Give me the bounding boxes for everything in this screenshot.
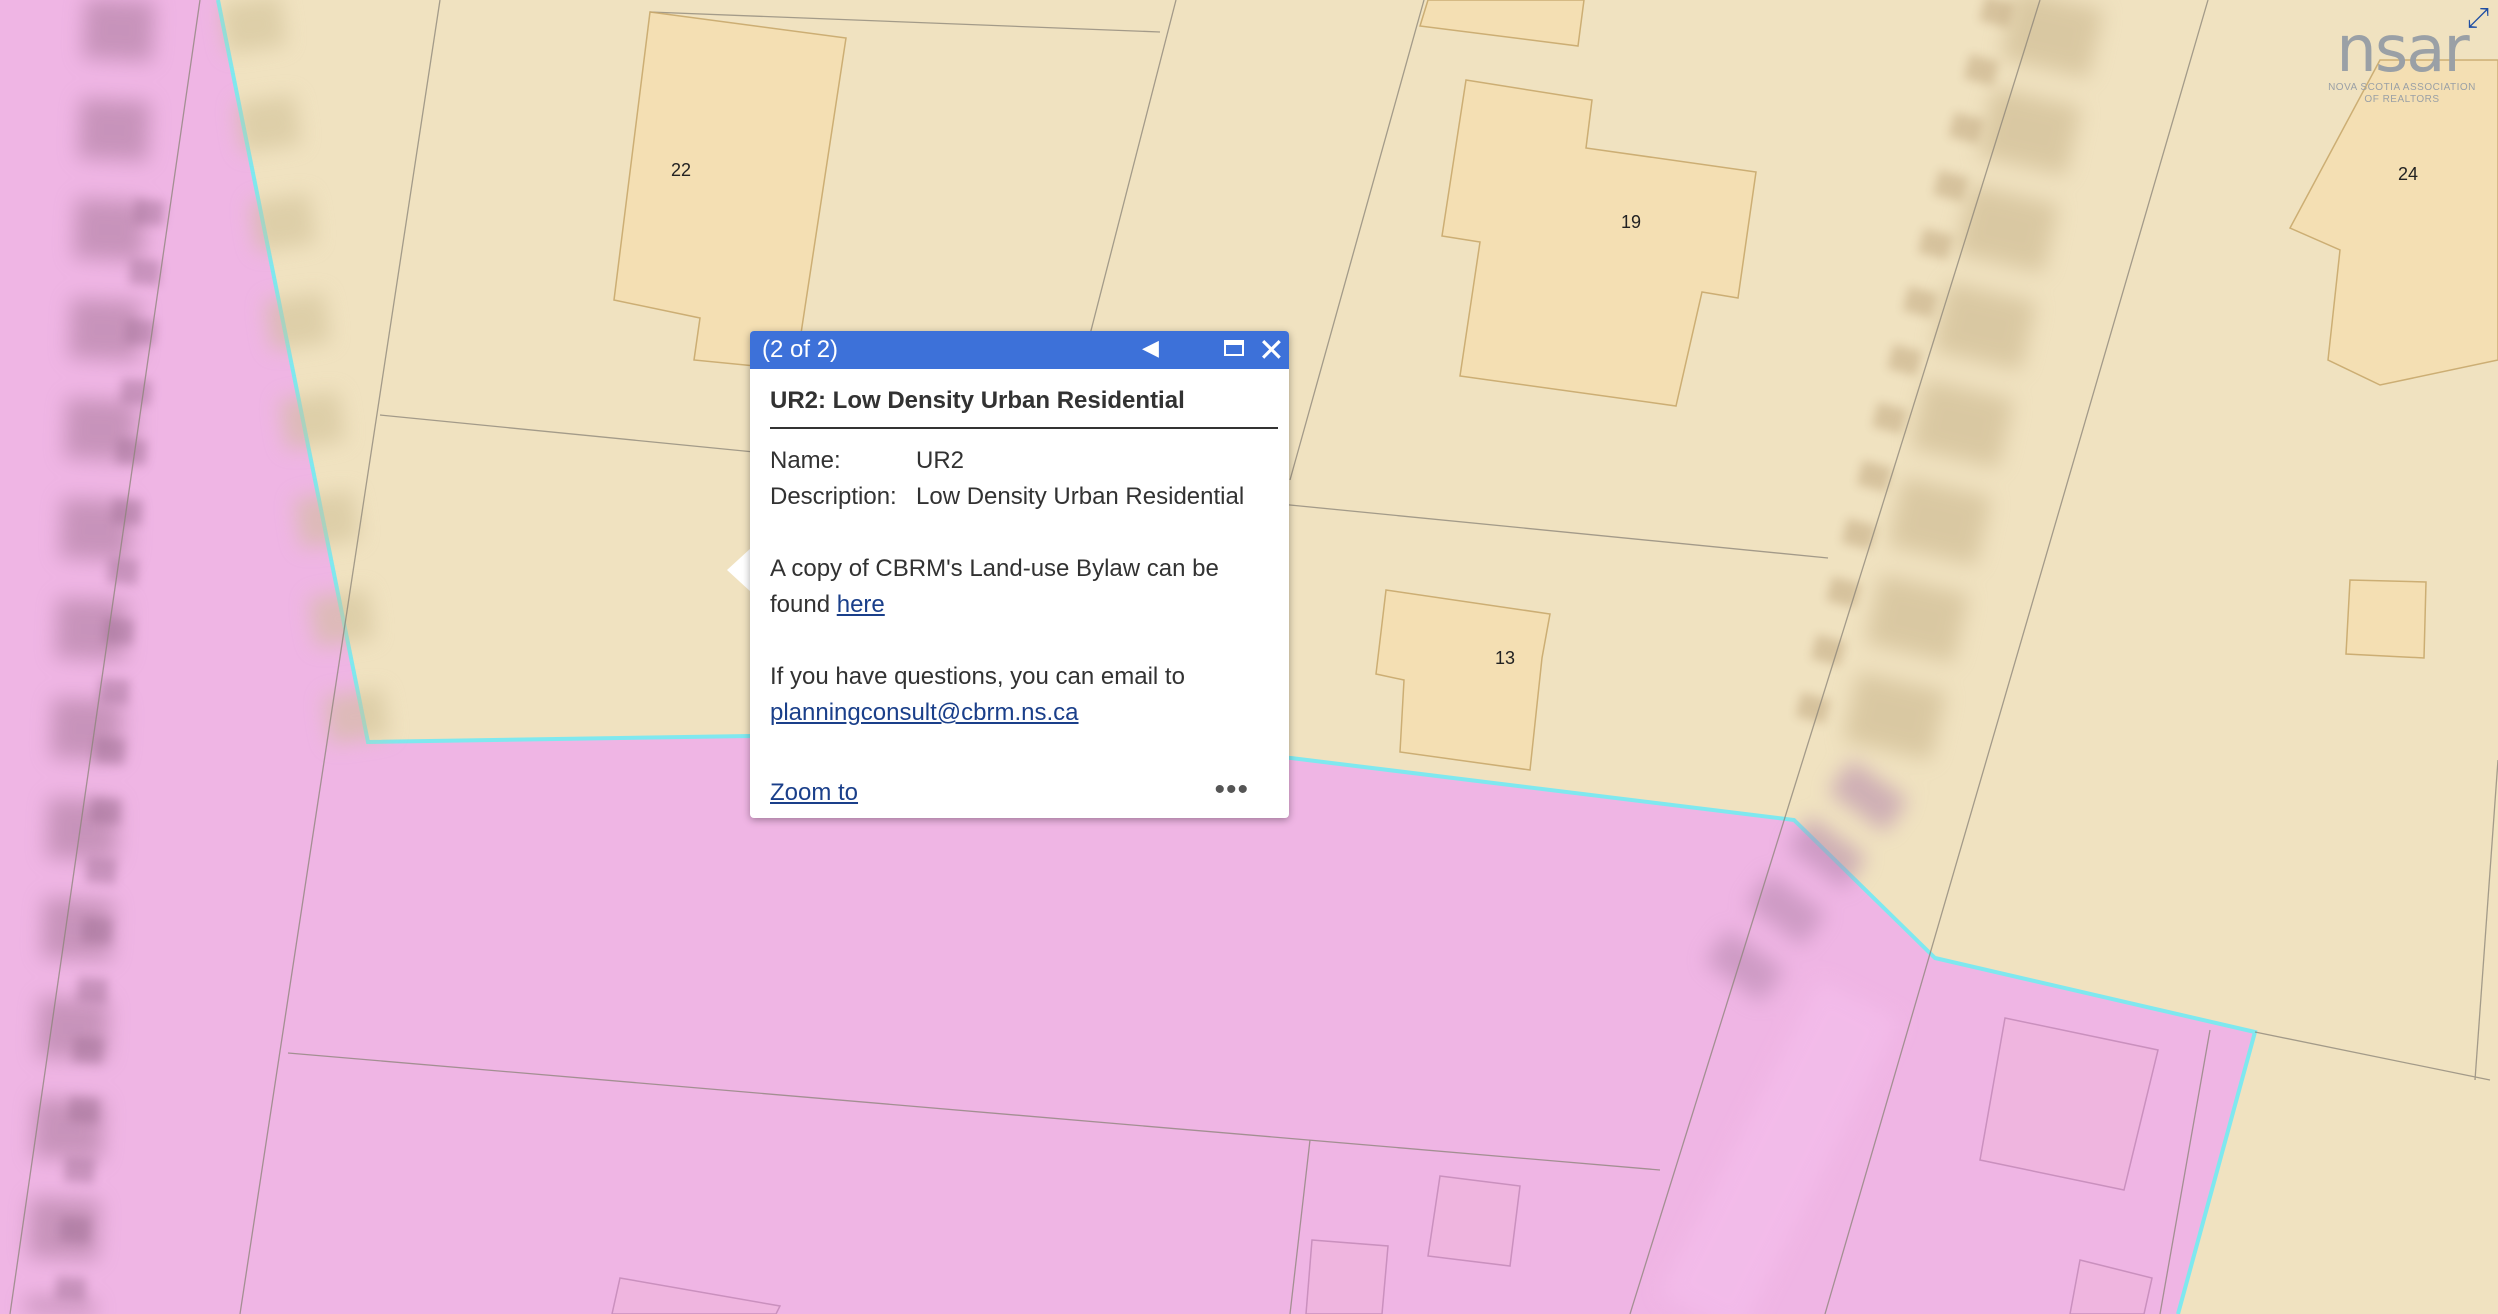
- attribute-value: Low Density Urban Residential: [916, 483, 1245, 510]
- email-text: If you have questions, you can email to: [770, 663, 1185, 690]
- maximize-icon[interactable]: [1224, 340, 1244, 356]
- lot-number-22: 22: [671, 160, 692, 180]
- popup-title: UR2: Low Density Urban Residential: [770, 387, 1278, 429]
- feature-popup: (2 of 2) ◀ ✕ UR2: Low Density Urban Resi…: [750, 331, 1289, 818]
- attribute-key: Description:: [770, 483, 897, 510]
- zoom-to-link[interactable]: Zoom to: [770, 779, 858, 807]
- attribute-row: Name: UR2: [770, 443, 1277, 479]
- email-paragraph: If you have questions, you can email to …: [770, 659, 1277, 731]
- popup-body: UR2: Low Density Urban Residential Name:…: [750, 369, 1289, 731]
- more-options-icon[interactable]: •••: [1214, 773, 1249, 807]
- bylaw-paragraph: A copy of CBRM's Land-use Bylaw can be f…: [770, 551, 1277, 623]
- popup-header: (2 of 2) ◀ ✕: [750, 331, 1289, 369]
- bylaw-link[interactable]: here: [837, 591, 885, 618]
- attribute-value: UR2: [916, 447, 965, 474]
- attribute-table: Name: UR2 Description: Low Density Urban…: [770, 443, 1277, 515]
- expand-icon[interactable]: ⤢: [2462, 2, 2494, 34]
- email-link[interactable]: planningconsult@cbrm.ns.ca: [770, 699, 1079, 726]
- close-icon[interactable]: ✕: [1258, 331, 1285, 369]
- logo-text: nsar: [2336, 13, 2469, 87]
- nsar-logo: nsar NOVA SCOTIA ASSOCIATION OF REALTORS: [2322, 18, 2482, 106]
- popup-footer: Zoom to •••: [770, 773, 1269, 815]
- attribute-row: Description: Low Density Urban Residenti…: [770, 479, 1277, 515]
- popup-count: (2 of 2): [762, 336, 839, 363]
- popup-pointer: [727, 548, 751, 592]
- attribute-key: Name:: [770, 447, 841, 474]
- lot-number-24: 24: [2398, 164, 2419, 184]
- lot-number-13: 13: [1495, 648, 1516, 668]
- lot-number-19: 19: [1621, 212, 1642, 232]
- logo-subtitle: NOVA SCOTIA ASSOCIATION OF REALTORS: [2328, 82, 2476, 105]
- previous-arrow-icon[interactable]: ◀: [1142, 335, 1159, 361]
